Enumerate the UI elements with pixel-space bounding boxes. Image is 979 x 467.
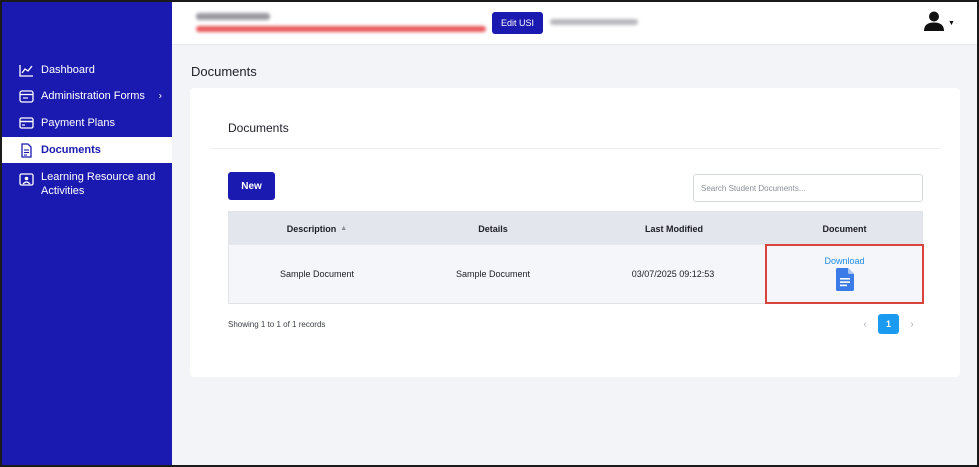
forms-icon: [18, 88, 34, 104]
card-title: Documents: [228, 121, 289, 135]
app-window: Dashboard Administration Forms › Payment…: [0, 0, 979, 467]
sidebar-item-learning-resources[interactable]: Learning Resource and Activities: [2, 170, 172, 200]
chevron-right-icon: ›: [158, 90, 162, 102]
sidebar-item-label: Learning Resource and Activities: [41, 171, 156, 197]
usi-warning-redacted: [196, 26, 486, 32]
chart-line-icon: [18, 62, 34, 78]
sidebar: Dashboard Administration Forms › Payment…: [2, 2, 172, 465]
caret-down-icon: ▼: [948, 19, 955, 27]
documents-card: Documents New Description ▲ Details Last…: [190, 88, 960, 377]
presentation-icon: [18, 172, 34, 188]
sidebar-item-label: Documents: [41, 144, 101, 156]
cell-description: Sample Document: [279, 269, 355, 279]
sidebar-item-payment-plans[interactable]: Payment Plans: [2, 113, 172, 133]
search-input[interactable]: [693, 174, 923, 202]
edit-usi-button[interactable]: Edit USI: [492, 12, 543, 34]
credit-card-icon: [18, 115, 34, 131]
chevron-left-icon[interactable]: ‹: [855, 319, 875, 330]
cell-document-highlighted: Download: [765, 244, 924, 304]
sidebar-item-documents[interactable]: Documents: [2, 137, 172, 163]
column-header-last-modified[interactable]: Last Modified: [581, 212, 767, 245]
user-menu[interactable]: ▼: [923, 11, 955, 35]
chevron-right-icon[interactable]: ›: [902, 319, 922, 330]
column-header-description[interactable]: Description ▲: [229, 212, 405, 245]
pagination: ‹ 1 ›: [855, 314, 922, 334]
download-link[interactable]: Download: [824, 256, 864, 266]
table-header: Description ▲ Details Last Modified Docu…: [229, 212, 922, 245]
student-id-redacted: [550, 19, 638, 25]
divider: [210, 148, 940, 149]
student-name-redacted: [196, 13, 270, 20]
document-icon: [18, 142, 34, 158]
page-title: Documents: [191, 64, 257, 79]
column-header-details[interactable]: Details: [405, 212, 581, 245]
cell-last-modified: 03/07/2025 09:12:53: [631, 269, 715, 279]
documents-table: Description ▲ Details Last Modified Docu…: [228, 211, 924, 304]
user-avatar-icon: [923, 11, 945, 36]
table-row: Sample Document Sample Document 03/07/20…: [229, 244, 924, 304]
sidebar-item-label: Administration Forms: [41, 90, 145, 102]
records-summary: Showing 1 to 1 of 1 records: [228, 320, 326, 329]
top-bar: Edit USI ▼: [172, 2, 977, 45]
column-header-document[interactable]: Document: [767, 212, 922, 245]
google-doc-icon[interactable]: [835, 268, 854, 296]
new-document-button[interactable]: New: [228, 172, 275, 200]
page-button-current[interactable]: 1: [878, 314, 899, 334]
sort-ascending-icon: ▲: [340, 225, 348, 232]
sidebar-item-label: Dashboard: [41, 64, 95, 76]
sidebar-item-administration-forms[interactable]: Administration Forms ›: [2, 86, 172, 106]
cell-details: Sample Document: [455, 269, 531, 279]
sidebar-item-label: Payment Plans: [41, 117, 115, 129]
sidebar-item-dashboard[interactable]: Dashboard: [2, 60, 172, 80]
